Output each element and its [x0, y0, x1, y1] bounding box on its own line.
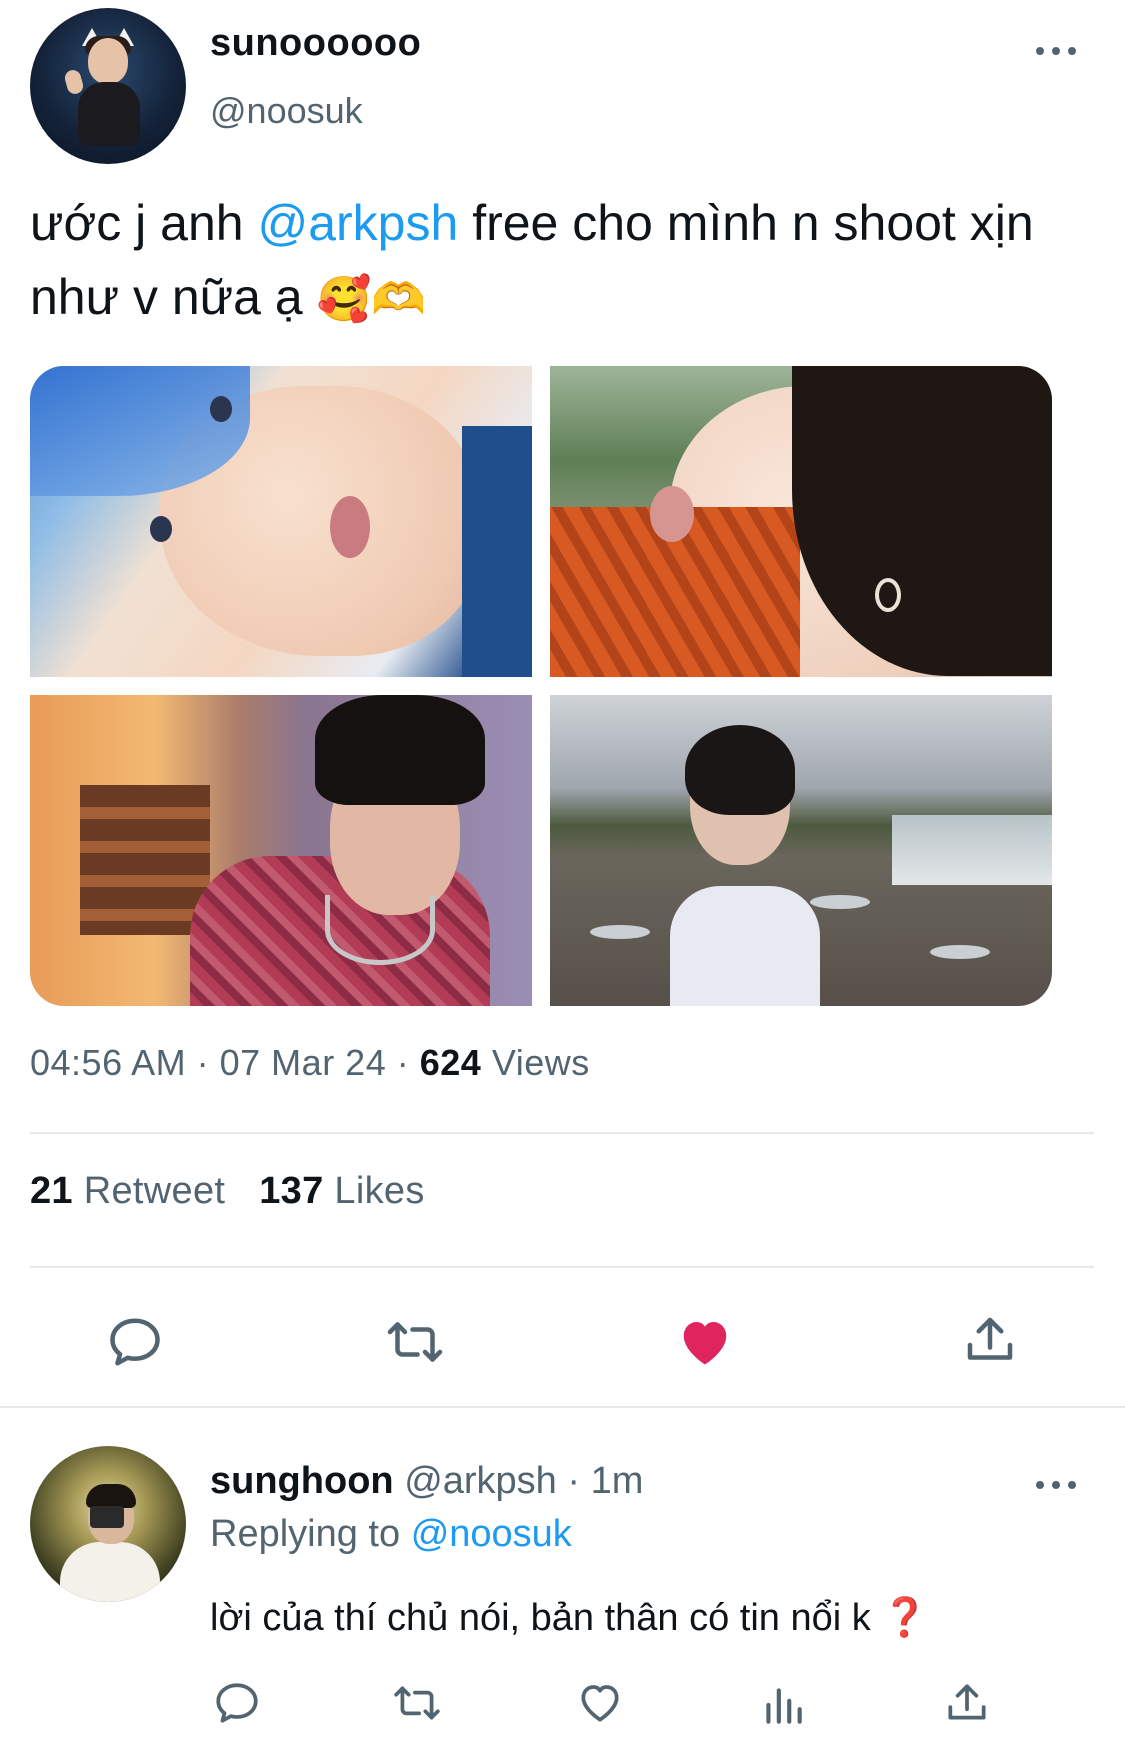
reply-text-body: lời của thí chủ nói, bản thân có tin nổi…: [210, 1597, 871, 1639]
likes-count: 137: [259, 1170, 324, 1212]
tweet-text: ước j anh @arkpsh free cho mình n shoot …: [30, 186, 1090, 337]
tweet-meta: 04:56 AM · 07 Mar 24 · 624 Views: [30, 1042, 590, 1084]
replying-to-line: Replying to @noosuk: [210, 1513, 572, 1556]
reply-time[interactable]: 1m: [591, 1460, 644, 1502]
tweet-time[interactable]: 04:56 AM: [30, 1042, 186, 1083]
photo-4[interactable]: [550, 695, 1052, 1006]
camera-icon: [90, 1506, 124, 1528]
author-avatar[interactable]: [30, 8, 186, 164]
share-icon[interactable]: [942, 1678, 992, 1728]
reply-icon[interactable]: [212, 1678, 262, 1728]
replying-to-label: Replying to: [210, 1513, 401, 1555]
heart-hands-emoji: 🫶: [371, 274, 427, 325]
photo-2[interactable]: [550, 366, 1052, 677]
author-display-name[interactable]: sunoooooo: [210, 22, 421, 65]
reply-text: lời của thí chủ nói, bản thân có tin nổi…: [210, 1596, 929, 1640]
retweet-icon[interactable]: [392, 1678, 442, 1728]
views-icon[interactable]: [758, 1680, 808, 1730]
likes-label: Likes: [334, 1170, 425, 1212]
separator: ·: [396, 1042, 410, 1083]
reply-handle[interactable]: @arkpsh: [404, 1460, 557, 1502]
mention-link[interactable]: @arkpsh: [257, 195, 458, 251]
tweet-stats: 21 Retweet 137 Likes: [30, 1170, 425, 1213]
tweet-detail-page: sunoooooo @noosuk ước j anh @arkpsh free…: [0, 0, 1125, 1742]
retweet-icon[interactable]: [385, 1312, 445, 1372]
section-divider: [0, 1406, 1125, 1408]
retweet-label: Retweet: [83, 1170, 226, 1212]
photo-3[interactable]: [30, 695, 532, 1006]
photo-1[interactable]: [30, 366, 532, 677]
reply-author-avatar[interactable]: [30, 1446, 186, 1602]
question-mark-emoji: ❓: [881, 1597, 929, 1639]
author-handle[interactable]: @noosuk: [210, 90, 363, 132]
reply-icon[interactable]: [105, 1312, 165, 1372]
likes-stat[interactable]: 137 Likes: [259, 1170, 424, 1212]
reply-header: sunghoon @arkpsh · 1m: [210, 1460, 643, 1503]
separator: ·: [567, 1460, 581, 1502]
reply-more-options-icon[interactable]: [1036, 1478, 1076, 1492]
like-icon-filled[interactable]: [675, 1312, 735, 1372]
smiling-face-with-hearts-emoji: 🥰: [316, 274, 372, 325]
tweet-text-part: ước j anh: [30, 195, 258, 251]
media-grid: [30, 366, 1052, 1006]
more-options-icon[interactable]: [1036, 44, 1076, 58]
replying-to-mention[interactable]: @noosuk: [411, 1513, 572, 1555]
retweet-count: 21: [30, 1170, 73, 1212]
reply-display-name[interactable]: sunghoon: [210, 1460, 394, 1502]
divider: [30, 1266, 1094, 1268]
like-icon[interactable]: [575, 1678, 625, 1728]
views-count: 624: [419, 1042, 482, 1083]
share-icon[interactable]: [960, 1310, 1020, 1370]
separator: ·: [196, 1042, 210, 1083]
views-label: Views: [491, 1042, 590, 1083]
divider: [30, 1132, 1094, 1134]
tweet-date[interactable]: 07 Mar 24: [220, 1042, 387, 1083]
retweet-stat[interactable]: 21 Retweet: [30, 1170, 225, 1212]
